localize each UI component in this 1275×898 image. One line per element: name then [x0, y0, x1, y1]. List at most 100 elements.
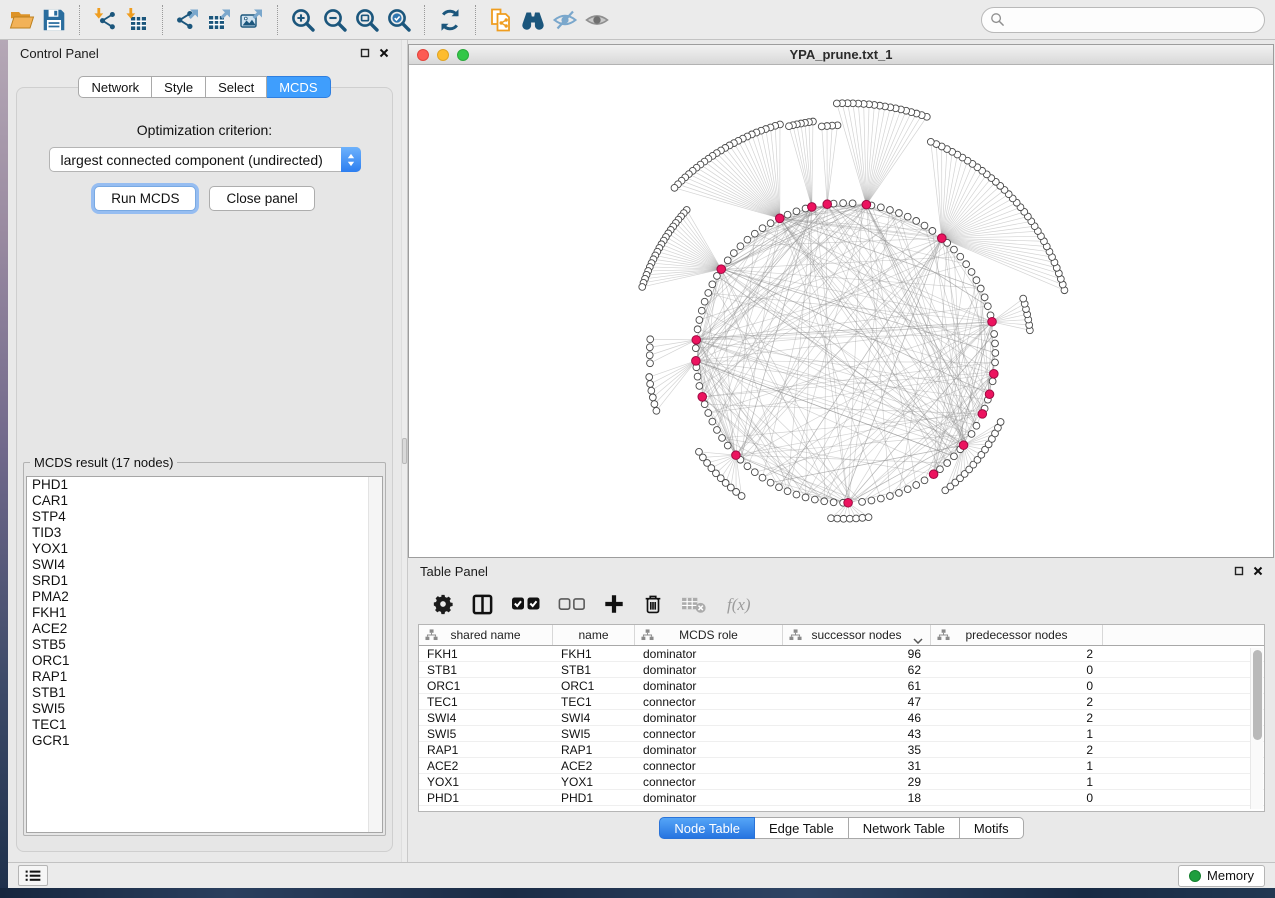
tab-mcds[interactable]: MCDS	[267, 76, 330, 98]
list-item[interactable]: STP4	[27, 509, 382, 525]
tab-node-table[interactable]: Node Table	[659, 817, 755, 839]
table-row[interactable]: SWI5SWI5connector431	[419, 726, 1264, 742]
import-network-button[interactable]	[89, 4, 121, 36]
table-row[interactable]: PHD1PHD1dominator180	[419, 790, 1264, 806]
table-row[interactable]: TEC1TEC1connector472	[419, 694, 1264, 710]
float-panel-icon[interactable]	[360, 48, 370, 58]
memory-label: Memory	[1207, 868, 1254, 883]
run-mcds-button[interactable]: Run MCDS	[94, 186, 196, 211]
table-row[interactable]: STB1STB1dominator620	[419, 662, 1264, 678]
zoom-fit-button[interactable]	[351, 4, 383, 36]
splitter-handle[interactable]	[402, 438, 407, 464]
table-row[interactable]: YOX1YOX1connector291	[419, 774, 1264, 790]
tab-select[interactable]: Select	[206, 76, 267, 98]
network-canvas[interactable]	[409, 65, 1273, 557]
vertical-splitter[interactable]	[401, 40, 408, 862]
export-image-button[interactable]	[236, 4, 268, 36]
tab-network-table[interactable]: Network Table	[849, 817, 960, 839]
list-item[interactable]: SRD1	[27, 573, 382, 589]
save-session-button[interactable]	[38, 4, 70, 36]
list-item[interactable]: STB1	[27, 685, 382, 701]
float-table-panel-icon[interactable]	[1234, 566, 1244, 576]
close-panel-icon[interactable]	[379, 48, 389, 58]
hide-selected-button[interactable]	[549, 4, 581, 36]
search-box[interactable]	[981, 7, 1265, 33]
mcds-hub-node	[937, 234, 946, 243]
list-item[interactable]: PHD1	[27, 477, 382, 493]
clone-network-button[interactable]	[485, 4, 517, 36]
node-table[interactable]: shared namename MCDS role successor nodesp…	[418, 624, 1265, 812]
table-row[interactable]: FKH1FKH1dominator962	[419, 646, 1264, 662]
cell: YOX1	[553, 775, 635, 789]
zoom-out-button[interactable]	[319, 4, 351, 36]
list-item[interactable]: FKH1	[27, 605, 382, 621]
network-graph	[409, 65, 1273, 557]
table-row[interactable]: SWI4SWI4dominator462	[419, 710, 1264, 726]
optimization-criterion-select[interactable]: largest connected component (undirected)	[49, 147, 361, 172]
show-hidden-button[interactable]	[581, 4, 613, 36]
column-header-MCDS-role[interactable]: MCDS role	[635, 625, 783, 645]
cell: connector	[635, 775, 783, 789]
list-item[interactable]: SWI4	[27, 557, 382, 573]
open-session-button[interactable]	[6, 4, 38, 36]
column-header-predecessor-nodes[interactable]: predecessor nodes	[931, 625, 1103, 645]
zoom-selected-button[interactable]	[383, 4, 415, 36]
tab-motifs[interactable]: Motifs	[960, 817, 1024, 839]
network-window-titlebar[interactable]: YPA_prune.txt_1	[409, 45, 1273, 65]
toolbar-separator	[162, 5, 163, 35]
desktop-wallpaper-left	[0, 40, 8, 898]
import-table-button[interactable]	[121, 4, 153, 36]
list-item[interactable]: YOX1	[27, 541, 382, 557]
list-scrollbar-track[interactable]	[368, 477, 382, 832]
share-document-icon	[488, 7, 514, 33]
select-all-columns-button[interactable]	[511, 593, 541, 615]
cell: 1	[931, 759, 1103, 773]
tab-style[interactable]: Style	[152, 76, 206, 98]
column-header-label: MCDS role	[679, 628, 738, 642]
show-columns-button[interactable]	[471, 593, 494, 616]
list-item[interactable]: STB5	[27, 637, 382, 653]
table-row[interactable]: ACE2ACE2connector311	[419, 758, 1264, 774]
close-table-panel-icon[interactable]	[1253, 566, 1263, 576]
mcds-result-list[interactable]: PHD1CAR1STP4TID3YOX1SWI4SRD1PMA2FKH1ACE2…	[26, 476, 383, 833]
refresh-layout-button[interactable]	[434, 4, 466, 36]
control-panel-header: Control Panel	[8, 40, 401, 66]
table-options-button[interactable]	[432, 593, 454, 615]
search-input[interactable]	[1011, 12, 1256, 27]
tab-edge-table[interactable]: Edge Table	[755, 817, 849, 839]
export-table-button[interactable]	[204, 4, 236, 36]
task-history-button[interactable]	[18, 865, 48, 886]
list-item[interactable]: TID3	[27, 525, 382, 541]
list-item[interactable]: SWI5	[27, 701, 382, 717]
column-header-successor-nodes[interactable]: successor nodes	[783, 625, 931, 645]
table-row[interactable]: RAP1RAP1dominator352	[419, 742, 1264, 758]
screen: Control Panel NetworkStyleSelectMCDS Opt…	[0, 0, 1275, 898]
list-item[interactable]: RAP1	[27, 669, 382, 685]
tab-network[interactable]: Network	[78, 76, 152, 98]
import-network-icon	[92, 7, 118, 33]
optimization-criterion-label: Optimization criterion:	[17, 122, 392, 138]
column-header-shared-name[interactable]: shared name	[419, 625, 553, 645]
list-item[interactable]: ORC1	[27, 653, 382, 669]
table-scrollbar[interactable]	[1250, 648, 1263, 809]
create-column-button[interactable]	[603, 593, 625, 615]
list-item[interactable]: GCR1	[27, 733, 382, 749]
close-panel-button[interactable]: Close panel	[209, 186, 314, 211]
memory-button[interactable]: Memory	[1178, 865, 1265, 887]
list-item[interactable]: TEC1	[27, 717, 382, 733]
find-button[interactable]	[517, 4, 549, 36]
zoom-in-button[interactable]	[287, 4, 319, 36]
cell: 0	[931, 679, 1103, 693]
list-item[interactable]: ACE2	[27, 621, 382, 637]
cell: ACE2	[419, 759, 553, 773]
list-item[interactable]: CAR1	[27, 493, 382, 509]
deselect-all-columns-button[interactable]	[558, 594, 586, 615]
eye-icon	[584, 7, 610, 33]
delete-column-button[interactable]	[642, 593, 664, 615]
column-header-name[interactable]: name	[553, 625, 635, 645]
export-network-button[interactable]	[172, 4, 204, 36]
scrollbar-thumb[interactable]	[1253, 650, 1262, 740]
table-row[interactable]: ORC1ORC1dominator610	[419, 678, 1264, 694]
network-window-title: YPA_prune.txt_1	[409, 47, 1273, 62]
list-item[interactable]: PMA2	[27, 589, 382, 605]
